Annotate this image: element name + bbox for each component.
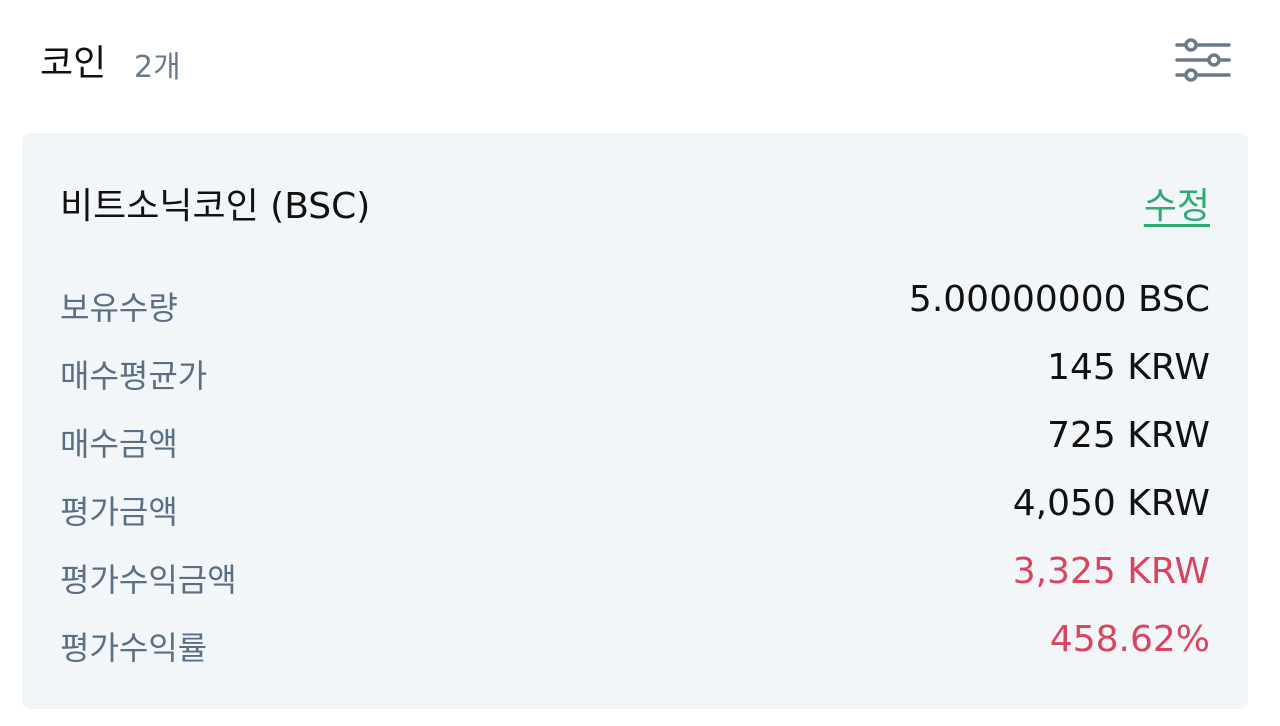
stat-label: 보유수량 <box>60 289 178 327</box>
coin-name: 비트소닉코인 (BSC) <box>60 186 371 227</box>
stat-label: 평가수익금액 <box>60 561 237 599</box>
filter-button[interactable] <box>1174 34 1232 86</box>
stat-label: 평가수익률 <box>60 629 208 667</box>
coin-count: 2개 <box>134 50 181 85</box>
stat-value: 145 KRW <box>1047 347 1210 388</box>
stat-value: 4,050 KRW <box>1012 483 1210 524</box>
stat-row-valuation-profit: 평가수익금액 3,325 KRW <box>60 541 1210 609</box>
stat-label: 평가금액 <box>60 493 178 531</box>
stat-value: 3,325 KRW <box>1012 551 1210 592</box>
stat-row-buy-amount: 매수금액 725 KRW <box>60 405 1210 473</box>
coin-card: 비트소닉코인 (BSC) 수정 보유수량 5.00000000 BSC 매수평균… <box>22 133 1248 709</box>
stat-label: 매수평균가 <box>60 357 208 395</box>
coin-stats: 보유수량 5.00000000 BSC 매수평균가 145 KRW 매수금액 7… <box>60 269 1210 677</box>
stat-label: 매수금액 <box>60 425 178 463</box>
stat-row-profit-rate: 평가수익률 458.62% <box>60 609 1210 677</box>
stat-value: 5.00000000 BSC <box>908 279 1210 320</box>
stat-row-holding-quantity: 보유수량 5.00000000 BSC <box>60 269 1210 337</box>
coin-list-header: 코인 2개 <box>40 30 1240 90</box>
sliders-icon <box>1175 38 1231 82</box>
stat-value: 725 KRW <box>1047 415 1210 456</box>
stat-row-valuation-amount: 평가금액 4,050 KRW <box>60 473 1210 541</box>
page-title: 코인 <box>40 43 107 84</box>
stat-value: 458.62% <box>1049 619 1210 660</box>
stat-row-avg-buy-price: 매수평균가 145 KRW <box>60 337 1210 405</box>
edit-link[interactable]: 수정 <box>1144 177 1210 229</box>
